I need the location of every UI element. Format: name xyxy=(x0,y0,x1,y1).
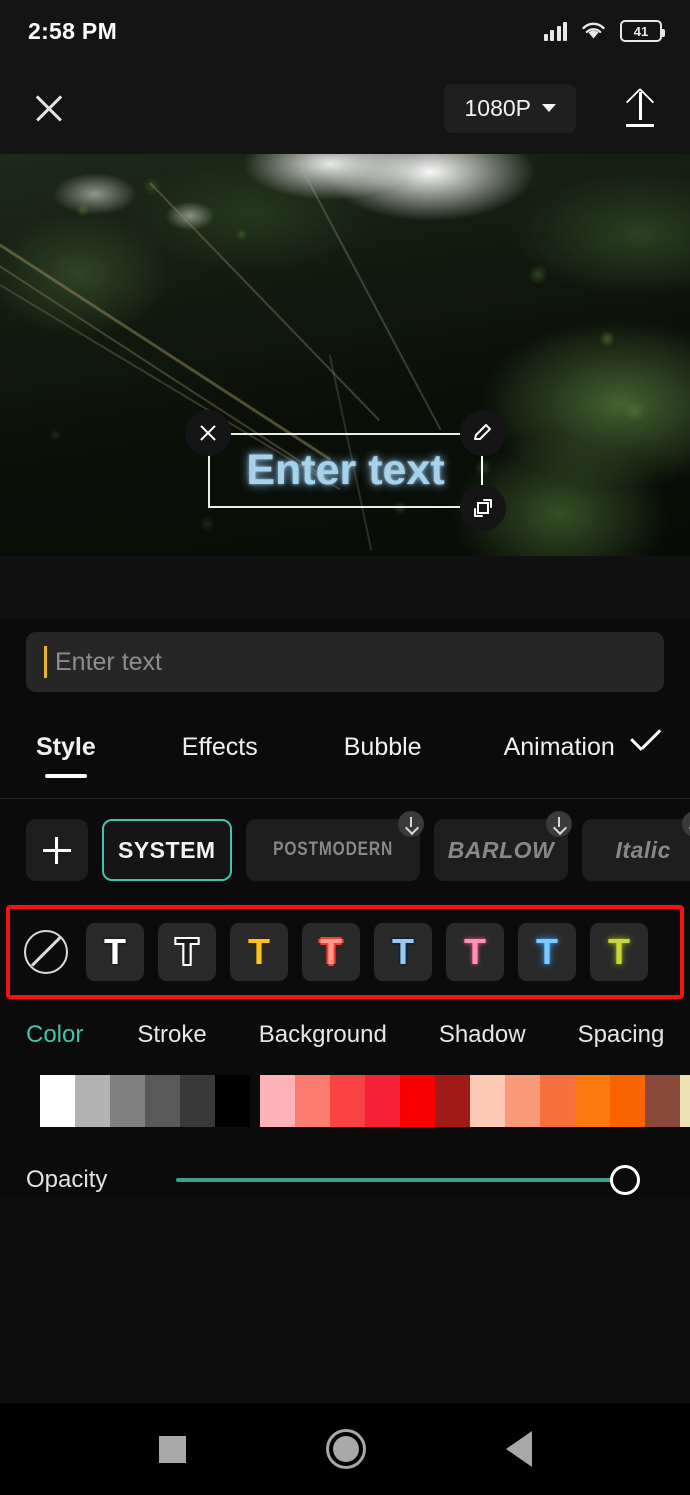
app-screen: 2:58 PM 41 1080P Enter text Enter text S… xyxy=(0,0,690,1495)
confirm-check-icon[interactable] xyxy=(625,727,664,767)
back-button[interactable] xyxy=(505,1431,532,1467)
tab-bubble-label: Bubble xyxy=(343,732,422,761)
opacity-slider[interactable] xyxy=(176,1163,664,1197)
status-time: 2:58 PM xyxy=(28,17,118,44)
top-toolbar: 1080P xyxy=(0,62,690,154)
battery-icon: 41 xyxy=(620,20,665,42)
swatch[interactable] xyxy=(400,1075,435,1127)
preset-coral[interactable]: T xyxy=(302,923,360,981)
font-tile-barlow[interactable]: BARLOW xyxy=(433,811,573,881)
tab-bubble[interactable]: Bubble xyxy=(334,733,432,762)
export-icon[interactable] xyxy=(618,86,662,130)
delete-overlay-icon[interactable] xyxy=(185,410,231,456)
subtab-spacing[interactable]: Spacing xyxy=(578,1021,665,1049)
font-tile-system[interactable]: SYSTEM xyxy=(102,819,232,881)
close-icon[interactable] xyxy=(28,87,70,129)
swatch[interactable] xyxy=(610,1075,645,1127)
swatch[interactable] xyxy=(680,1075,690,1127)
swatch[interactable] xyxy=(540,1075,575,1127)
swatch[interactable] xyxy=(295,1075,330,1127)
download-icon[interactable] xyxy=(546,811,573,837)
opacity-slider-fill xyxy=(176,1178,628,1182)
handle-connector xyxy=(481,456,483,485)
preview-gap xyxy=(0,556,690,618)
signal-icon xyxy=(543,21,567,41)
recents-button[interactable] xyxy=(158,1435,186,1463)
swatch[interactable] xyxy=(110,1075,145,1127)
android-nav-bar xyxy=(0,1403,690,1495)
subtab-background[interactable]: Background xyxy=(259,1021,387,1049)
swatch[interactable] xyxy=(365,1075,400,1127)
wifi-icon xyxy=(582,22,605,39)
preset-white-outline[interactable]: T xyxy=(158,923,216,981)
text-overlay-box[interactable]: Enter text xyxy=(185,410,506,531)
home-button[interactable] xyxy=(325,1429,366,1469)
resolution-label: 1080P xyxy=(464,94,531,121)
swatch[interactable] xyxy=(470,1075,505,1127)
tab-animation-label: Animation xyxy=(503,732,615,761)
preset-yellow[interactable]: T xyxy=(230,923,288,981)
status-icon-group: 41 xyxy=(543,20,665,42)
font-label: BARLOW xyxy=(447,836,555,863)
preset-none-icon[interactable] xyxy=(20,926,72,978)
download-icon[interactable] xyxy=(397,811,424,837)
add-font-button[interactable] xyxy=(26,819,88,881)
opacity-label: Opacity xyxy=(26,1166,108,1193)
tab-active-underline xyxy=(44,773,87,778)
preset-sky[interactable]: T xyxy=(518,923,576,981)
text-editor-panel: Enter text Style Effects Bubble Animatio… xyxy=(0,618,690,1197)
text-preset-list[interactable]: T T T T T T T T xyxy=(20,923,670,981)
tab-style-label: Style xyxy=(36,732,96,761)
font-list[interactable]: SYSTEM POSTMODERN BARLOW Italic TYPE xyxy=(0,799,690,899)
swatch[interactable] xyxy=(575,1075,610,1127)
swatch[interactable] xyxy=(145,1075,180,1127)
font-tile-italic[interactable]: Italic xyxy=(582,811,690,881)
swatch[interactable] xyxy=(505,1075,540,1127)
tab-effects-label: Effects xyxy=(181,732,258,761)
font-label: POSTMODERN xyxy=(272,839,393,860)
preset-lime[interactable]: T xyxy=(590,923,648,981)
chevron-down-icon xyxy=(542,104,556,112)
font-tile-postmodern[interactable]: POSTMODERN xyxy=(245,811,424,881)
swatch[interactable] xyxy=(435,1075,470,1127)
download-icon[interactable] xyxy=(682,811,690,837)
swatch[interactable] xyxy=(75,1075,110,1127)
tab-style[interactable]: Style xyxy=(26,732,106,778)
battery-level: 41 xyxy=(633,23,649,39)
swatch[interactable] xyxy=(180,1075,215,1127)
tab-animation[interactable]: Animation xyxy=(494,733,625,762)
font-label: Italic xyxy=(615,836,671,863)
swatch[interactable] xyxy=(260,1075,295,1127)
swatch[interactable] xyxy=(645,1075,680,1127)
text-cursor xyxy=(44,646,47,678)
editor-tabs: Style Effects Bubble Animation xyxy=(0,716,690,778)
text-input[interactable]: Enter text xyxy=(26,632,664,692)
swatch[interactable] xyxy=(330,1075,365,1127)
text-preset-highlight: T T T T T T T T xyxy=(6,905,684,999)
subtab-shadow[interactable]: Shadow xyxy=(439,1021,526,1049)
preset-blue[interactable]: T xyxy=(374,923,432,981)
swatch[interactable] xyxy=(215,1075,250,1127)
resolution-selector[interactable]: 1080P xyxy=(444,83,576,133)
opacity-slider-thumb[interactable] xyxy=(610,1165,640,1195)
text-input-row: Enter text xyxy=(0,632,690,692)
subtab-stroke[interactable]: Stroke xyxy=(137,1021,206,1049)
status-bar: 2:58 PM 41 xyxy=(0,0,690,62)
style-sub-tabs: Color Stroke Background Shadow Spacing B… xyxy=(0,999,690,1049)
resize-overlay-icon[interactable] xyxy=(460,485,506,531)
opacity-row: Opacity xyxy=(0,1127,690,1197)
text-input-placeholder: Enter text xyxy=(55,647,162,676)
preset-pink[interactable]: T xyxy=(446,923,504,981)
subtab-color[interactable]: Color xyxy=(26,1021,83,1049)
swatch[interactable] xyxy=(40,1075,75,1127)
tab-effects[interactable]: Effects xyxy=(172,733,268,762)
overlay-text: Enter text xyxy=(246,446,445,494)
edit-overlay-icon[interactable] xyxy=(460,410,506,456)
color-swatch-row[interactable] xyxy=(40,1075,690,1127)
preset-white[interactable]: T xyxy=(86,923,144,981)
font-label: SYSTEM xyxy=(118,836,216,863)
